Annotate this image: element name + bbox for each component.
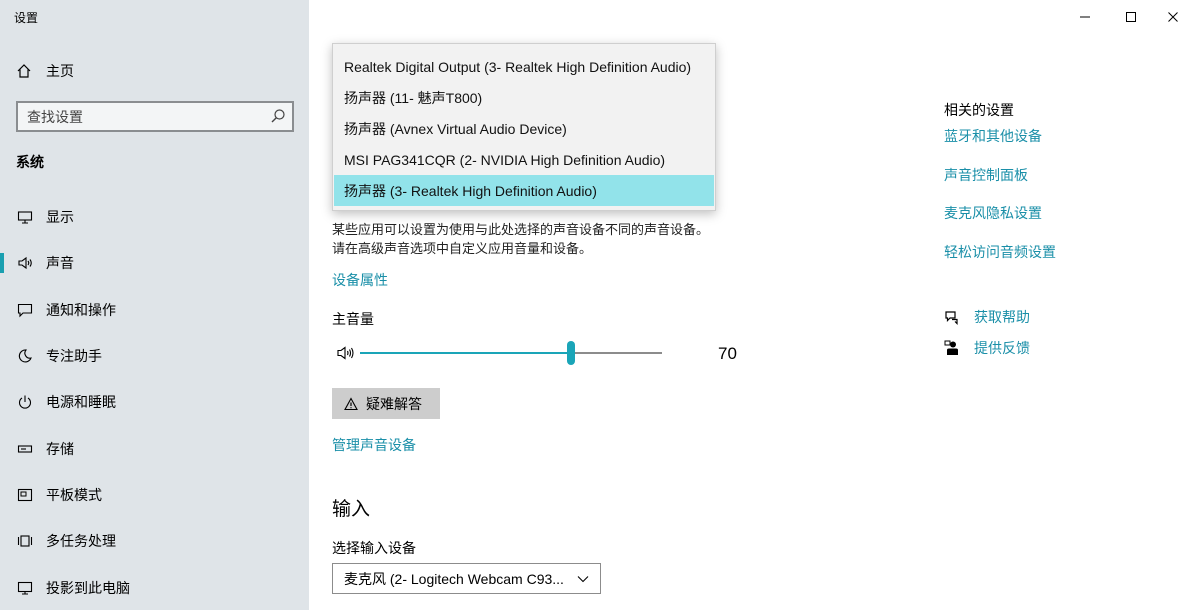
input-device-select[interactable]: 麦克风 (2- Logitech Webcam C93... <box>332 563 601 594</box>
master-volume-label: 主音量 <box>332 311 374 327</box>
sidebar-nav: 显示 声音 通知和操作 专注助手 电源和睡眠 存储 平板模式 多任务处理 投影到… <box>0 194 309 610</box>
input-device-label: 选择输入设备 <box>332 540 416 556</box>
multitask-icon <box>16 532 34 550</box>
sidebar-item-label: 专注助手 <box>46 348 102 365</box>
description-line-2: 请在高级声音选项中自定义应用音量和设备。 <box>332 241 593 256</box>
sidebar-item-label: 平板模式 <box>46 486 102 503</box>
sidebar-item-focus-assist[interactable]: 专注助手 <box>0 333 309 379</box>
volume-speaker-icon[interactable] <box>336 345 356 361</box>
feedback-label: 提供反馈 <box>974 340 1030 356</box>
master-volume-slider[interactable] <box>360 341 662 365</box>
output-description: 某些应用可以设置为使用与此处选择的声音设备不同的声音设备。 请在高级声音选项中自… <box>332 220 709 258</box>
description-line-1: 某些应用可以设置为使用与此处选择的声音设备不同的声音设备。 <box>332 222 710 237</box>
speaker-icon <box>16 254 34 272</box>
volume-slider-fill <box>360 352 571 354</box>
project-icon <box>16 579 34 597</box>
dropdown-option[interactable]: MSI PAG341CQR (2- NVIDIA High Definition… <box>333 144 715 175</box>
sidebar-item-label: 显示 <box>46 209 74 226</box>
sidebar: 设置 主页 查找设置 系统 显示 声音 通知和操作 专注助手 电源和睡眠 存储 … <box>0 0 309 610</box>
troubleshoot-label: 疑难解答 <box>366 395 422 412</box>
feedback-link[interactable]: 提供反馈 <box>944 338 1030 358</box>
sidebar-item-label: 存储 <box>46 440 74 457</box>
help-chat-icon <box>945 311 958 325</box>
device-properties-link[interactable]: 设备属性 <box>332 270 388 290</box>
power-icon <box>16 393 34 411</box>
sidebar-item-tablet-mode[interactable]: 平板模式 <box>0 472 309 518</box>
window-title: 设置 <box>14 11 39 25</box>
related-settings-title: 相关的设置 <box>944 102 1014 118</box>
search-settings-input[interactable]: 查找设置 <box>16 101 294 132</box>
dropdown-option[interactable]: 扬声器 (11- 魅声T800) <box>333 82 715 113</box>
sidebar-item-label: 通知和操作 <box>46 301 116 318</box>
warning-icon <box>344 396 358 410</box>
sidebar-item-display[interactable]: 显示 <box>0 194 309 240</box>
monitor-icon <box>16 208 34 226</box>
sidebar-item-power-sleep[interactable]: 电源和睡眠 <box>0 379 309 425</box>
search-placeholder: 查找设置 <box>27 108 83 125</box>
manage-sound-devices-link[interactable]: 管理声音设备 <box>332 435 416 455</box>
bluetooth-devices-link[interactable]: 蓝牙和其他设备 <box>944 126 1042 146</box>
sidebar-item-multitasking[interactable]: 多任务处理 <box>0 518 309 564</box>
dropdown-option[interactable]: 扬声器 (Avnex Virtual Audio Device) <box>333 113 715 144</box>
storage-icon <box>16 440 34 458</box>
feedback-icon <box>944 340 958 355</box>
sidebar-item-storage[interactable]: 存储 <box>0 425 309 471</box>
dropdown-option[interactable]: Realtek Digital Output (3- Realtek High … <box>333 51 715 82</box>
microphone-privacy-link[interactable]: 麦克风隐私设置 <box>944 203 1042 223</box>
home-icon <box>17 64 31 78</box>
search-icon[interactable] <box>270 108 286 124</box>
dropdown-option-selected[interactable]: 扬声器 (3- Realtek High Definition Audio) <box>334 175 714 206</box>
output-device-dropdown[interactable]: Realtek Digital Output (3- Realtek High … <box>332 43 716 211</box>
moon-icon <box>16 347 34 365</box>
home-nav-item[interactable]: 主页 <box>16 61 74 81</box>
get-help-label: 获取帮助 <box>974 309 1030 325</box>
sidebar-item-label: 声音 <box>46 255 74 272</box>
input-heading: 输入 <box>332 499 371 520</box>
tablet-icon <box>16 486 34 504</box>
sidebar-item-project[interactable]: 投影到此电脑 <box>0 564 309 610</box>
sidebar-item-notifications[interactable]: 通知和操作 <box>0 287 309 333</box>
input-device-value: 麦克风 (2- Logitech Webcam C93... <box>344 570 564 587</box>
ease-of-access-audio-link[interactable]: 轻松访问音频设置 <box>944 242 1056 262</box>
get-help-link[interactable]: 获取帮助 <box>944 307 1030 327</box>
sidebar-item-sound[interactable]: 声音 <box>0 240 309 286</box>
notification-icon <box>16 301 34 319</box>
troubleshoot-button[interactable]: 疑难解答 <box>332 388 440 419</box>
chevron-down-icon <box>577 576 589 583</box>
sound-control-panel-link[interactable]: 声音控制面板 <box>944 165 1028 185</box>
volume-slider-thumb[interactable] <box>567 341 575 365</box>
section-title: 系统 <box>16 154 44 170</box>
sidebar-item-label: 电源和睡眠 <box>46 394 116 411</box>
volume-value: 70 <box>718 344 737 363</box>
sidebar-item-label: 多任务处理 <box>46 533 116 550</box>
sidebar-item-label: 投影到此电脑 <box>46 579 130 596</box>
home-label: 主页 <box>46 63 74 79</box>
